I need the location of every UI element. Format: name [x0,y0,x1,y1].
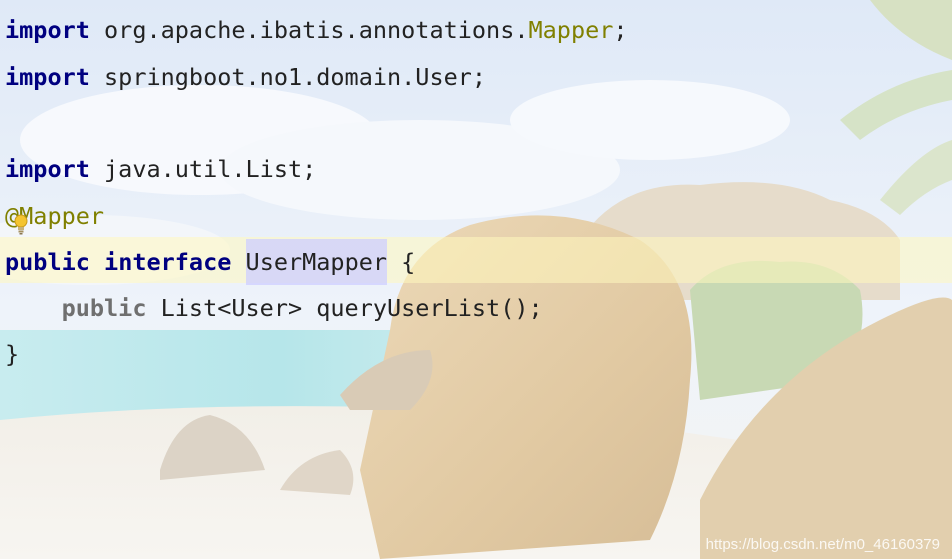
import-path: springboot.no1.domain.User; [89,63,487,91]
open-brace: { [387,248,416,276]
code-line-3[interactable]: import java.util.List; [5,149,316,189]
code-line-2[interactable]: import springboot.no1.domain.User; [5,57,486,97]
close-brace: } [5,340,20,368]
code-line-6[interactable]: public List<User> queryUserList(); [5,288,543,328]
keyword-interface: interface [104,248,232,276]
import-path: org.apache.ibatis.annotations. [89,16,529,44]
keyword-public: public [5,248,90,276]
code-line-5[interactable]: public interface UserMapper { [5,239,416,285]
statement-terminator: ; [613,16,628,44]
keyword-import: import [5,16,90,44]
import-path: java.util.List; [89,155,317,183]
interface-name-usermapper[interactable]: UserMapper [245,239,388,285]
method-signature: List<User> queryUserList(); [146,294,543,322]
code-line-7[interactable]: } [5,334,19,374]
import-class-mapper: Mapper [528,16,614,44]
keyword-public: public [61,294,147,322]
keyword-import: import [5,63,90,91]
annotation-mapper: Mapper [19,202,105,230]
intention-bulb-icon[interactable] [14,214,28,236]
code-line-1[interactable]: import org.apache.ibatis.annotations.Map… [5,10,628,50]
code-editor[interactable]: import org.apache.ibatis.annotations.Map… [0,0,952,559]
keyword-import: import [5,155,90,183]
watermark-text: https://blog.csdn.net/m0_46160379 [705,536,940,553]
